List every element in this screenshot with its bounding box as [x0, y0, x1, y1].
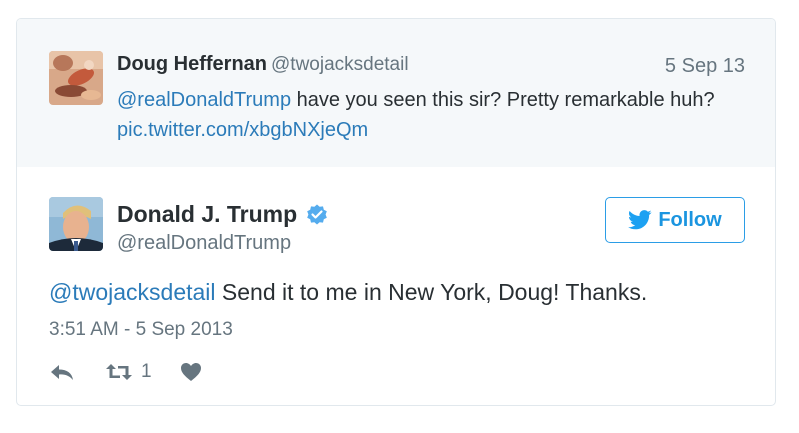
heart-icon [180, 363, 201, 381]
author-avatar[interactable] [49, 197, 103, 251]
verified-badge-icon [305, 203, 329, 227]
follow-button[interactable]: Follow [605, 197, 745, 243]
tweet-timestamp[interactable]: 3:51 AM - 5 Sep 2013 [49, 319, 233, 341]
tweet-body: Send it to me in New York, Doug! Thanks. [215, 279, 648, 305]
embedded-tweet-card: Doug Heffernan @twojacksdetail 5 Sep 13 @… [16, 18, 776, 406]
reply-button[interactable] [49, 362, 75, 382]
parent-tweet-date[interactable]: 5 Sep 13 [665, 55, 745, 78]
parent-author-name[interactable]: Doug Heffernan [117, 53, 267, 75]
retweet-icon [106, 364, 132, 380]
twitter-bird-icon [628, 210, 652, 230]
retweet-button[interactable]: 1 [105, 361, 152, 383]
retweet-count: 1 [141, 361, 152, 382]
parent-author-line: Doug Heffernan @twojacksdetail [117, 53, 409, 76]
tweet-actions: 1 [49, 359, 202, 385]
parent-mention-link[interactable]: @realDonaldTrump [117, 89, 291, 111]
parent-tweet-body: have you seen this sir? Pretty remarkabl… [291, 89, 715, 111]
reply-icon [51, 365, 73, 380]
parent-media-link[interactable]: pic.twitter.com/xbgbNXjeQm [117, 119, 368, 141]
tweet-text: @twojacksdetail Send it to me in New Yor… [49, 279, 647, 306]
author-handle[interactable]: @realDonaldTrump [117, 232, 291, 255]
parent-tweet-text: @realDonaldTrump have you seen this sir?… [117, 85, 737, 145]
parent-author-handle[interactable]: @twojacksdetail [271, 54, 409, 75]
tweet-mention-link[interactable]: @twojacksdetail [49, 279, 216, 305]
parent-tweet[interactable]: Doug Heffernan @twojacksdetail 5 Sep 13 @… [17, 19, 775, 167]
author-name[interactable]: Donald J. Trump [117, 201, 297, 228]
author-name-line: Donald J. Trump [117, 201, 329, 228]
follow-button-label: Follow [658, 208, 722, 231]
like-button[interactable] [180, 362, 202, 382]
parent-author-avatar[interactable] [49, 51, 103, 105]
